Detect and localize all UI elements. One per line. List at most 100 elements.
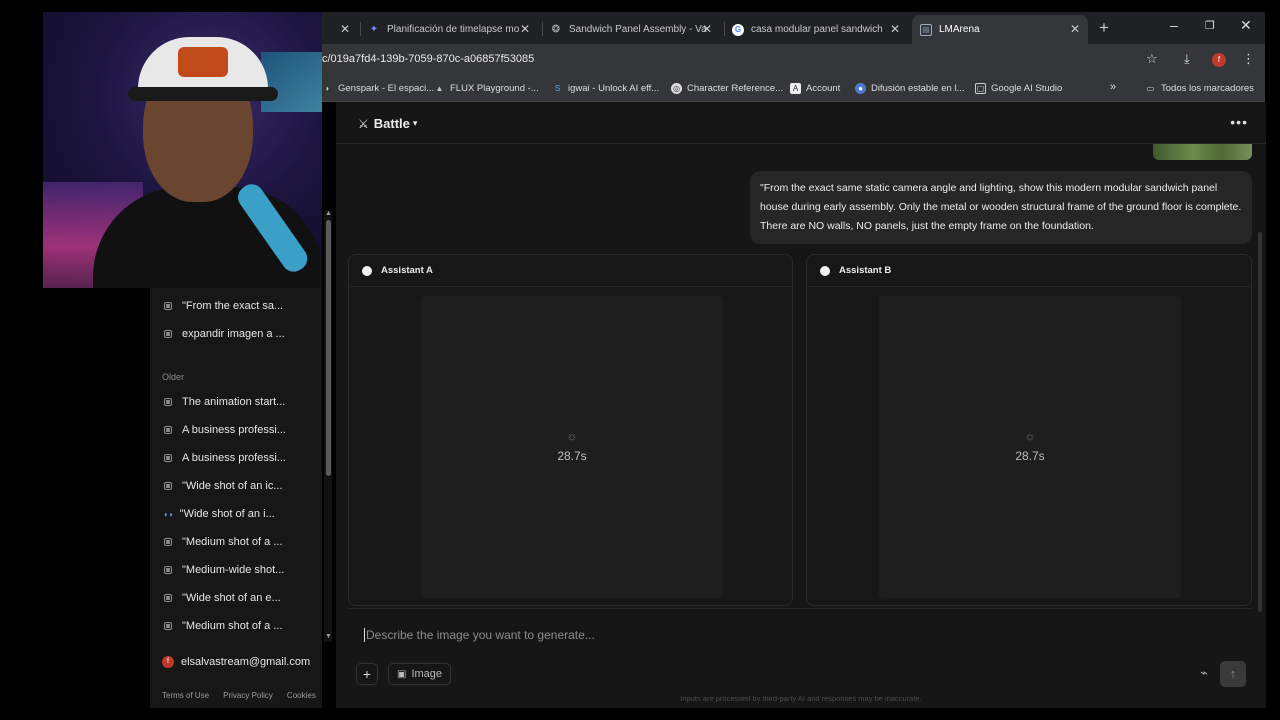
main-scrollbar[interactable] [1258, 232, 1262, 612]
url-field[interactable]: c/019a7fd4-139b-7059-870c-a06857f53085 [322, 53, 534, 65]
sidebar-chat-item[interactable]: "From the exact sa... [164, 300, 283, 312]
download-icon[interactable]: ⤓ [1184, 51, 1190, 67]
tab-title: LMArena [939, 24, 980, 35]
sidebar-scrollbar-thumb[interactable] [326, 220, 331, 476]
prompt-composer: Describe the image you want to generate.… [348, 608, 1252, 692]
close-window-icon[interactable]: ✕ [1240, 17, 1252, 34]
sidebar-item-label: "Medium shot of a ... [182, 536, 283, 548]
tab-title: Planificación de timelapse mo [387, 24, 520, 35]
image-placeholder: ☼ 28.7s [879, 296, 1181, 598]
privacy-link[interactable]: Privacy Policy [223, 691, 273, 700]
bookmarks-bar: ◗ Genspark - El espaci... ▲ FLUX Playgro… [322, 75, 1265, 102]
bookmark-account[interactable]: A Account [790, 83, 840, 94]
add-attachment-button[interactable]: + [356, 663, 378, 685]
bookmark-label: Google AI Studio [991, 83, 1063, 94]
sidebar-chat-item[interactable]: "Wide shot of an ic... [164, 480, 283, 492]
image-chat-icon [164, 566, 172, 574]
image-chat-icon [164, 302, 172, 310]
terms-link[interactable]: Terms of Use [162, 691, 209, 700]
browser-tab[interactable]: ✦ Planificación de timelapse mo ✕ [368, 15, 538, 44]
bookmark-character-reference[interactable]: ◎ Character Reference... [671, 83, 783, 94]
status-dot-icon [362, 265, 372, 276]
close-tab-icon[interactable]: ✕ [520, 22, 530, 36]
assistant-a-panel: Assistant A ☼ 28.7s [348, 254, 793, 606]
main-header: ⚔ Battle ▾ ••• [336, 102, 1266, 144]
close-tab-icon[interactable]: ✕ [702, 22, 712, 36]
reference-image-thumbnail[interactable] [1153, 144, 1252, 160]
bookmark-label: igwai - Unlock AI eff... [568, 83, 660, 94]
browser-tab-active[interactable]: ▤ LMArena ✕ [912, 15, 1088, 44]
bookmark-flux[interactable]: ▲ FLUX Playground -... [434, 83, 539, 94]
bookmark-label: Genspark - El espaci... [338, 83, 435, 94]
browser-tab[interactable]: ❂ Sandwich Panel Assembly - Va ✕ [550, 15, 720, 44]
sidebar-item-label: "Medium shot of a ... [182, 620, 283, 632]
scroll-down-arrow-icon[interactable]: ▼ [325, 633, 332, 640]
sidebar-item-label: "Wide shot of an ic... [182, 480, 283, 492]
bookmark-label: Character Reference... [687, 83, 784, 94]
sidebar-chat-item[interactable]: "Medium shot of a ... [164, 620, 283, 632]
image-chat-icon [164, 482, 172, 490]
sidebar-chat-item[interactable]: "Wide shot of an e... [164, 592, 281, 604]
sidebar-item-label: A business professi... [182, 424, 286, 436]
bookmark-google-ai-studio[interactable]: ▢ Google AI Studio [975, 83, 1062, 94]
image-mode-button[interactable]: ▣ Image [388, 663, 452, 685]
send-button[interactable]: ↑ [1220, 661, 1246, 687]
bookmarks-overflow-button[interactable]: » [1110, 81, 1116, 93]
image-chat-icon [164, 398, 172, 406]
sidebar-item-label: The animation start... [182, 396, 286, 408]
minimize-icon[interactable]: – [1170, 17, 1178, 33]
all-bookmarks-folder[interactable]: ▭ Todos los marcadores [1145, 83, 1254, 94]
lmarena-icon: ▤ [920, 23, 932, 36]
sidebar-chat-item[interactable]: The animation start... [164, 396, 285, 408]
browser-tab[interactable]: ✕ [322, 15, 358, 44]
bookmark-label: Todos los marcadores [1161, 83, 1254, 94]
elapsed-time: 28.7s [1015, 449, 1045, 463]
bookmark-label: Account [806, 83, 841, 94]
address-bar: c/019a7fd4-139b-7059-870c-a06857f53085 ☆… [322, 44, 1265, 75]
elapsed-time: 28.7s [557, 449, 587, 463]
tab-separator [724, 22, 725, 36]
paperclip-icon[interactable]: ⌁ [1200, 665, 1208, 681]
sidebar-section-older: Older [162, 372, 185, 382]
panel-icon: ❂ [551, 24, 561, 35]
star-icon[interactable]: ☆ [1146, 51, 1158, 67]
bookmark-igwai[interactable]: S igwai - Unlock AI eff... [552, 83, 659, 94]
sidebar-chat-item[interactable]: expandir imagen a ... [164, 328, 285, 340]
close-tab-icon[interactable]: ✕ [340, 22, 350, 36]
sidebar-chat-item[interactable]: ◐◑ "Wide shot of an i... [164, 508, 275, 520]
sidebar-chat-item[interactable]: "Medium-wide shot... [164, 564, 284, 576]
mode-selector[interactable]: ⚔ Battle ▾ [358, 116, 417, 131]
bookmark-label: Difusión estable en l... [871, 83, 965, 94]
webcam-cap-bill [128, 87, 278, 101]
close-tab-icon[interactable]: ✕ [1070, 22, 1080, 36]
disclaimer-text: Inputs are processed by third-party AI a… [680, 694, 922, 703]
genspark-icon: ◗ [325, 84, 330, 93]
chevron-down-icon: ▾ [412, 118, 418, 128]
bookmark-genspark[interactable]: ◗ Genspark - El espaci... [322, 83, 434, 94]
google-icon: G [732, 23, 744, 36]
cookies-link[interactable]: Cookies [287, 691, 316, 700]
sidebar-item-label: "From the exact sa... [182, 300, 284, 312]
close-tab-icon[interactable]: ✕ [890, 22, 900, 36]
profile-avatar[interactable]: f [1212, 53, 1226, 67]
folder-icon: ▭ [1146, 84, 1155, 93]
sidebar-item-label: "Wide shot of an i... [179, 508, 275, 520]
tab-title: Sandwich Panel Assembly - Va [569, 24, 707, 35]
sidebar-chat-item[interactable]: "Medium shot of a ... [164, 536, 283, 548]
browser-tab[interactable]: G casa modular panel sandwich ✕ [732, 15, 908, 44]
prompt-input[interactable]: Describe the image you want to generate.… [364, 628, 595, 642]
loading-spinner-icon: ☼ [566, 429, 578, 443]
bookmark-difusion[interactable]: ● Difusión estable en l... [855, 83, 964, 94]
menu-kebab-icon[interactable]: ⋮ [1242, 51, 1255, 67]
sidebar-chat-item[interactable]: A business professi... [164, 452, 286, 464]
user-account[interactable]: f elsalvastream@gmail.com [162, 656, 310, 668]
restore-icon[interactable]: ❐ [1205, 19, 1215, 32]
new-tab-button[interactable]: + [1099, 18, 1109, 38]
scroll-up-arrow-icon[interactable]: ▲ [325, 210, 332, 217]
assistant-a-label: Assistant A [381, 265, 433, 276]
footer-links: Terms of Use Privacy Policy Cookies [162, 691, 316, 700]
prompt-placeholder: Describe the image you want to generate.… [366, 628, 595, 642]
sidebar-chat-item[interactable]: A business professi... [164, 424, 286, 436]
user-avatar: f [162, 656, 174, 668]
more-options-icon[interactable]: ••• [1230, 114, 1248, 130]
